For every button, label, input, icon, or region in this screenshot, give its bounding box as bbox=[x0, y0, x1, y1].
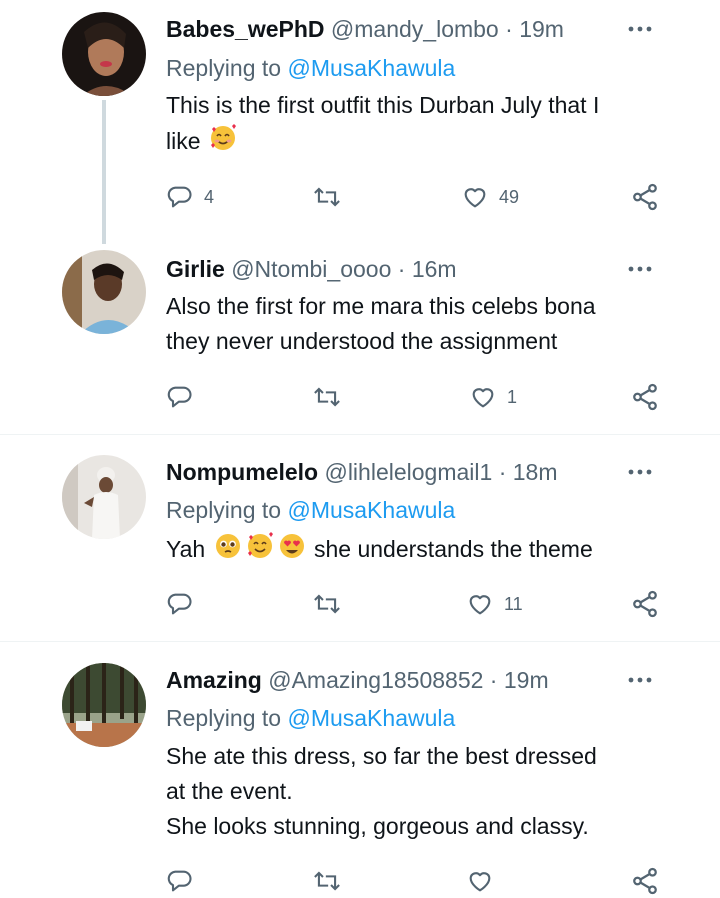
mention-link[interactable]: @MusaKhawula bbox=[287, 705, 455, 731]
reply-icon bbox=[167, 186, 192, 208]
like-icon bbox=[464, 188, 486, 208]
share-icon bbox=[633, 183, 657, 211]
separator: · bbox=[498, 459, 507, 485]
more-icon[interactable] bbox=[623, 254, 657, 284]
timestamp[interactable]: 18m bbox=[513, 459, 558, 485]
like-icon bbox=[469, 872, 491, 892]
replying-to: Replying to @MusaKhawula bbox=[166, 53, 455, 83]
text-line: This is the first outfit this Durban Jul… bbox=[166, 92, 600, 118]
tweet-header: Babes_wePhD @mandy_lombo · 19m bbox=[166, 14, 564, 44]
retweet-icon bbox=[314, 594, 340, 614]
mention-link[interactable]: @MusaKhawula bbox=[287, 55, 455, 81]
separator: · bbox=[505, 16, 513, 42]
user-handle[interactable]: @Amazing18508852 bbox=[268, 667, 483, 693]
replying-label: Replying to bbox=[166, 497, 282, 523]
retweet-button[interactable] bbox=[312, 864, 342, 898]
like-button[interactable] bbox=[466, 864, 494, 898]
tweet-actions bbox=[166, 864, 666, 898]
text-line: they never understood the assignment bbox=[166, 328, 558, 354]
reply-button[interactable] bbox=[166, 864, 194, 898]
tweet-2[interactable]: Girlie @Ntombi_oooo · 16m Also the first… bbox=[0, 250, 720, 434]
more-icon[interactable] bbox=[623, 14, 657, 44]
separator: · bbox=[397, 256, 406, 282]
text-line: at the event. bbox=[166, 778, 293, 804]
tweet-text: This is the first outfit this Durban Jul… bbox=[166, 88, 666, 163]
user-handle[interactable]: @mandy_lombo bbox=[331, 16, 499, 42]
text-suffix: she understands the theme bbox=[314, 536, 593, 563]
tweet-1[interactable]: Babes_wePhD @mandy_lombo · 19m Replying … bbox=[0, 0, 720, 250]
like-icon bbox=[469, 595, 491, 615]
reply-icon bbox=[167, 593, 192, 615]
replying-to: Replying to @MusaKhawula bbox=[166, 703, 455, 733]
tweet-header: Amazing @Amazing18508852 · 19m bbox=[166, 665, 549, 695]
like-button[interactable]: 1 bbox=[469, 380, 517, 414]
tweet-4[interactable]: Amazing @Amazing18508852 · 19m Replying … bbox=[0, 642, 720, 895]
text-line: Also the first for me mara this celebs b… bbox=[166, 293, 596, 319]
like-button[interactable]: 49 bbox=[461, 180, 519, 214]
replying-label: Replying to bbox=[166, 705, 282, 731]
reply-button[interactable] bbox=[166, 380, 204, 414]
pleading-face-icon bbox=[213, 531, 243, 571]
text-line: like bbox=[166, 128, 201, 155]
share-button[interactable] bbox=[630, 180, 660, 214]
reply-icon bbox=[167, 386, 192, 408]
tweet-header: Nompumelelo @lihlelelogmail1 · 18m bbox=[166, 457, 558, 487]
avatar[interactable] bbox=[62, 12, 146, 96]
reply-icon bbox=[167, 870, 192, 892]
display-name[interactable]: Amazing bbox=[166, 667, 262, 693]
mention-link[interactable]: @MusaKhawula bbox=[287, 497, 455, 523]
tweet-actions: 1 bbox=[166, 380, 666, 414]
tweet-3[interactable]: Nompumelelo @lihlelelogmail1 · 18m Reply… bbox=[0, 435, 720, 641]
avatar[interactable] bbox=[62, 250, 146, 334]
retweet-button[interactable] bbox=[312, 380, 352, 414]
user-handle[interactable]: @Ntombi_oooo bbox=[231, 256, 391, 282]
separator: · bbox=[489, 667, 498, 693]
text-prefix: Yah bbox=[166, 536, 206, 563]
display-name[interactable]: Nompumelelo bbox=[166, 459, 318, 485]
tweet-actions: 4 49 bbox=[166, 180, 666, 214]
display-name[interactable]: Babes_wePhD bbox=[166, 16, 325, 42]
retweet-icon bbox=[314, 871, 340, 891]
tweet-actions: 11 bbox=[166, 587, 666, 621]
display-name[interactable]: Girlie bbox=[166, 256, 225, 282]
timestamp[interactable]: 19m bbox=[504, 667, 549, 693]
retweet-button[interactable] bbox=[312, 587, 352, 621]
timestamp[interactable]: 19m bbox=[519, 16, 564, 42]
reply-button[interactable]: 4 bbox=[166, 180, 214, 214]
share-button[interactable] bbox=[630, 380, 660, 414]
heart-eyes-icon bbox=[277, 531, 307, 571]
share-icon bbox=[633, 590, 657, 618]
tweet-header: Girlie @Ntombi_oooo · 16m bbox=[166, 254, 457, 284]
retweet-icon bbox=[314, 387, 340, 407]
replying-label: Replying to bbox=[166, 55, 282, 81]
more-icon[interactable] bbox=[623, 665, 657, 695]
tweet-text: Yah she understands the theme bbox=[166, 531, 666, 571]
avatar[interactable] bbox=[62, 455, 146, 539]
smiling-face-with-hearts-icon bbox=[245, 531, 275, 571]
share-icon bbox=[633, 383, 657, 411]
like-button[interactable]: 11 bbox=[466, 587, 523, 621]
like-icon bbox=[472, 388, 494, 408]
timestamp[interactable]: 16m bbox=[412, 256, 457, 282]
replying-to: Replying to @MusaKhawula bbox=[166, 495, 455, 525]
text-line: She ate this dress, so far the best dres… bbox=[166, 743, 597, 769]
share-button[interactable] bbox=[630, 864, 660, 898]
tweet-text: She ate this dress, so far the best dres… bbox=[166, 739, 666, 844]
retweet-icon bbox=[314, 187, 340, 207]
user-handle[interactable]: @lihlelelogmail1 bbox=[324, 459, 492, 485]
like-count: 1 bbox=[507, 386, 518, 407]
like-count: 11 bbox=[504, 593, 523, 614]
reply-button[interactable] bbox=[166, 587, 204, 621]
text-line: She looks stunning, gorgeous and classy. bbox=[166, 813, 589, 839]
more-icon[interactable] bbox=[623, 457, 657, 487]
retweet-button[interactable] bbox=[312, 180, 352, 214]
share-icon bbox=[633, 867, 657, 895]
like-count: 49 bbox=[499, 186, 520, 207]
smiling-face-with-hearts-icon bbox=[208, 123, 238, 163]
tweet-text: Also the first for me mara this celebs b… bbox=[166, 289, 666, 359]
share-button[interactable] bbox=[630, 587, 660, 621]
avatar[interactable] bbox=[62, 663, 146, 747]
reply-count: 4 bbox=[204, 186, 215, 207]
thread-line bbox=[102, 100, 106, 244]
